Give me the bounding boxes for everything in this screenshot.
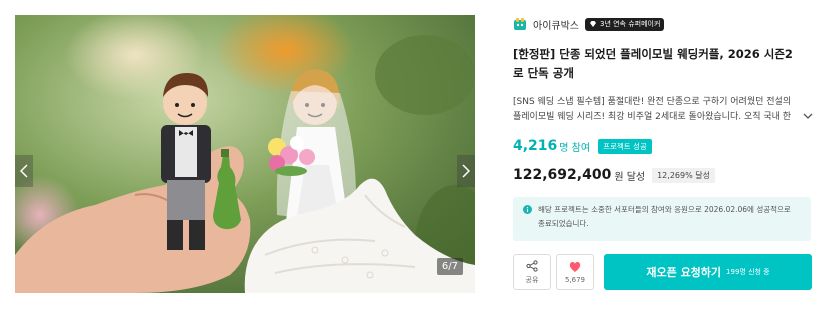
like-button[interactable]: 5,679 bbox=[556, 254, 594, 290]
reopen-request-count: 199명 신청 중 bbox=[726, 268, 770, 276]
funded-amount-unit: 원 달성 bbox=[614, 171, 646, 183]
supporter-count: 4,216 bbox=[513, 138, 558, 154]
reopen-request-button[interactable]: 재오픈 요청하기 199명 신청 중 bbox=[604, 254, 812, 290]
product-image-gallery[interactable]: 6/7 bbox=[15, 15, 475, 293]
action-bar: 공유 5,679 재오픈 요청하기 199명 신청 중 bbox=[513, 254, 813, 290]
share-label: 공유 bbox=[525, 275, 539, 284]
maker-logo bbox=[514, 18, 526, 30]
project-end-notice: 해당 프로젝트는 소중한 서포터들의 참여와 응원으로 2026.02.06에 … bbox=[513, 197, 811, 241]
diamond-icon bbox=[590, 21, 596, 27]
reopen-request-label: 재오픈 요청하기 bbox=[646, 266, 722, 279]
project-description: [SNS 웨딩 스냅 필수템] 품절대란! 완전 단종으로 구하기 어려웠던 전… bbox=[513, 97, 792, 122]
product-photo bbox=[15, 15, 475, 293]
super-maker-badge-label: 3년 연속 슈퍼메이커 bbox=[600, 20, 661, 28]
gallery-counter: 6/7 bbox=[436, 258, 463, 275]
maker-info[interactable]: 아이큐박스 3년 연속 슈퍼메이커 bbox=[513, 14, 813, 34]
notice-text: 해당 프로젝트는 소중한 서포터들의 참여와 응원으로 2026.02.06에 … bbox=[538, 203, 791, 235]
chevron-left-icon bbox=[20, 164, 28, 178]
funded-amount: 122,692,400 bbox=[513, 167, 612, 183]
like-count: 5,679 bbox=[564, 275, 586, 284]
heart-icon bbox=[569, 261, 581, 272]
super-maker-badge: 3년 연속 슈퍼메이커 bbox=[585, 17, 665, 31]
achievement-percent-badge: 12,269% 달성 bbox=[652, 167, 715, 183]
project-description-section[interactable]: [SNS 웨딩 스냅 필수템] 품절대란! 완전 단종으로 구하기 어려웠던 전… bbox=[513, 95, 813, 125]
gallery-prev-button[interactable] bbox=[15, 155, 33, 187]
share-icon bbox=[526, 259, 538, 272]
supporter-stats: 4,216 명 참여 프로젝트 성공 bbox=[513, 137, 813, 155]
gallery-next-button[interactable] bbox=[457, 155, 475, 187]
info-icon bbox=[523, 205, 532, 214]
supporter-unit: 명 참여 bbox=[559, 142, 591, 154]
project-title: [한정판] 단종 되었던 플레이모빌 웨딩커플, 2026 시즌2로 단독 공개 bbox=[513, 47, 793, 80]
status-badge: 프로젝트 성공 bbox=[598, 138, 652, 154]
project-info-panel: 아이큐박스 3년 연속 슈퍼메이커 [한정판] 단종 되었던 플레이모빌 웨딩커… bbox=[513, 14, 813, 290]
notice-text-line1: 해당 프로젝트는 소중한 서포터들의 참여와 응원으로 2026.02.06에 … bbox=[538, 205, 791, 214]
chevron-down-icon[interactable] bbox=[803, 112, 813, 120]
funding-stats: 122,692,400 원 달성 12,269% 달성 bbox=[513, 165, 813, 185]
chevron-right-icon bbox=[462, 164, 470, 178]
notice-text-line2: 종료되었습니다. bbox=[538, 219, 589, 228]
maker-name[interactable]: 아이큐박스 bbox=[533, 17, 579, 32]
share-button[interactable]: 공유 bbox=[513, 254, 551, 290]
